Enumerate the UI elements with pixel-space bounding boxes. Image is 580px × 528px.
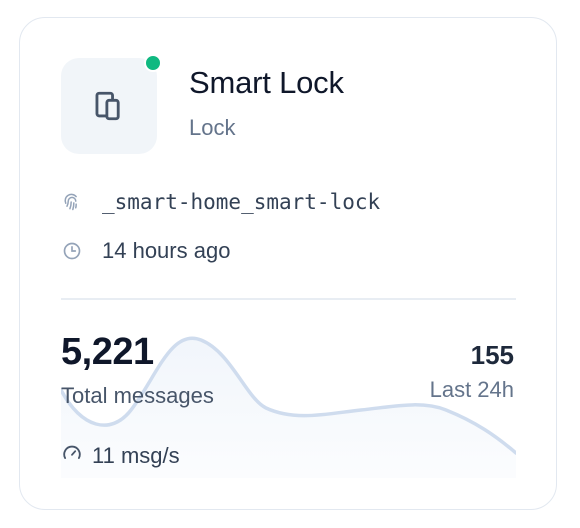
divider <box>61 298 516 300</box>
devices-icon <box>95 91 120 121</box>
rate-row: 11 msg/s <box>61 442 180 469</box>
status-indicator <box>144 54 162 72</box>
gauge-icon <box>61 442 83 469</box>
fingerprint-icon <box>61 191 83 213</box>
last-24h-count: 155 <box>470 340 514 370</box>
device-card[interactable]: Smart Lock Lock _smart-home_smart-lock 1… <box>19 17 557 510</box>
total-messages-label: Total messages <box>61 383 214 408</box>
last-24h-label: Last 24h <box>429 377 514 402</box>
device-id: _smart-home_smart-lock <box>102 190 381 214</box>
device-icon-tile <box>61 58 157 154</box>
message-rate: 11 msg/s <box>92 442 180 468</box>
last-seen: 14 hours ago <box>102 238 231 263</box>
last-seen-row: 14 hours ago <box>61 238 230 264</box>
total-messages-count: 5,221 <box>61 331 154 373</box>
device-id-row: _smart-home_smart-lock <box>61 190 380 214</box>
clock-icon <box>61 240 83 262</box>
device-type: Lock <box>189 115 236 140</box>
device-name: Smart Lock <box>189 65 344 100</box>
